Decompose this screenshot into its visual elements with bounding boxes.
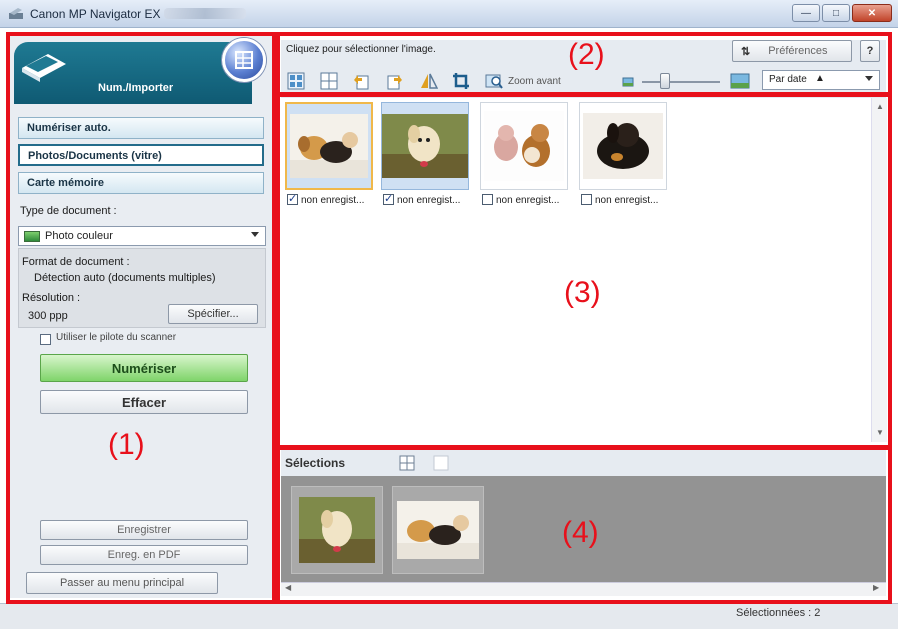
crop-icon[interactable]	[452, 72, 470, 90]
title-bar: Canon MP Navigator EX — □ ✕	[0, 0, 898, 28]
thumbnail-caption: non enregist...	[287, 192, 365, 206]
thumbnail-checkbox[interactable]	[581, 194, 592, 205]
selections-header: Sélections	[281, 450, 886, 476]
nav-memory-card[interactable]: Carte mémoire	[18, 172, 264, 194]
thumbnail-checkbox[interactable]	[287, 192, 298, 205]
close-button[interactable]: ✕	[852, 4, 892, 22]
selected-count: Sélectionnées : 2	[736, 607, 821, 619]
thumbnail-caption: non enregist...	[581, 194, 658, 206]
large-thumb-icon	[730, 73, 750, 89]
thumbnail-item[interactable]: non enregist...	[379, 100, 471, 212]
scanner-icon	[22, 54, 66, 82]
teddy-dog-photo-icon	[484, 111, 564, 181]
thumbnail-checkbox[interactable]	[383, 192, 394, 205]
selections-title: Sélections	[285, 456, 346, 470]
thumbnail-caption-text: non enregist...	[397, 195, 461, 206]
rotate-left-icon[interactable]	[352, 72, 370, 90]
resolution-label: Résolution :	[22, 292, 81, 304]
doc-type-label: Type de document :	[20, 205, 117, 217]
chevron-down-icon	[865, 76, 873, 81]
scanner-driver-label: Utiliser le pilote du scanner	[56, 332, 177, 343]
scanner-driver-checkbox[interactable]	[40, 334, 51, 345]
thumbnail-caption: non enregist...	[482, 194, 559, 206]
preferences-button[interactable]: ⇅ Préférences	[732, 40, 852, 62]
selection-thumbnail[interactable]	[291, 486, 383, 574]
thumbnail-frame	[381, 102, 469, 190]
scan-button[interactable]: Numériser	[40, 354, 248, 382]
help-button[interactable]: ?	[860, 40, 880, 62]
dogs-photo-icon	[397, 501, 479, 559]
thumbnail-item[interactable]: non enregist...	[283, 100, 375, 212]
view-large-icon[interactable]	[287, 72, 305, 90]
maximize-button[interactable]: □	[822, 4, 850, 22]
photo-color-icon	[24, 231, 40, 242]
selections-single-icon[interactable]	[433, 455, 449, 471]
doc-type-select[interactable]: Photo couleur	[18, 226, 266, 246]
dogs-photo-icon	[290, 114, 368, 178]
thumbnail-item[interactable]: non enregist...	[577, 100, 669, 212]
annotation-label-1: (1)	[108, 428, 145, 461]
thumbnail-frame	[480, 102, 568, 190]
sort-ascending-icon: ▲	[815, 73, 825, 84]
thumbnail-frame	[285, 102, 373, 190]
format-label: Format de document :	[22, 256, 130, 268]
chevron-down-icon	[251, 232, 259, 237]
scroll-left-icon[interactable]: ◀	[285, 583, 291, 592]
app-icon	[9, 8, 23, 19]
zoom-in-label: Zoom avant	[508, 76, 561, 87]
sort-select[interactable]: Par date ▲	[762, 70, 880, 90]
thumbnail-caption-text: non enregist...	[595, 195, 659, 206]
thumbnail-caption-text: non enregist...	[301, 195, 365, 206]
save-button[interactable]: Enregistrer	[40, 520, 248, 540]
flip-icon[interactable]	[420, 72, 438, 90]
selection-thumbnail[interactable]	[392, 486, 484, 574]
doc-type-value: Photo couleur	[45, 230, 113, 242]
selections-grid-icon[interactable]	[399, 455, 415, 471]
sort-value: Par date	[769, 74, 807, 85]
grid-icon	[235, 51, 253, 69]
specify-button[interactable]: Spécifier...	[168, 304, 258, 324]
preferences-label: Préférences	[768, 45, 828, 57]
main-menu-globe-icon[interactable]	[222, 38, 266, 82]
title-extra-blur	[164, 8, 246, 19]
view-grid-icon[interactable]	[320, 72, 338, 90]
minimize-button[interactable]: —	[792, 4, 820, 22]
clear-button[interactable]: Effacer	[40, 390, 248, 414]
thumbnail-item[interactable]: non enregist...	[478, 100, 570, 212]
thumbnail-frame	[579, 102, 667, 190]
format-value: Détection auto (documents multiples)	[34, 272, 216, 284]
horizontal-scrollbar[interactable]: ◀ ▶	[281, 582, 886, 596]
scroll-right-icon[interactable]: ▶	[873, 583, 879, 592]
vertical-scrollbar[interactable]: ▲ ▼	[871, 98, 887, 442]
mode-title: Num./Importer	[98, 82, 174, 94]
dog-photo-icon	[299, 497, 375, 563]
thumbnail-checkbox[interactable]	[482, 194, 493, 205]
dog-photo-icon	[382, 114, 468, 178]
annotation-label-2: (2)	[568, 38, 605, 71]
small-thumb-icon	[622, 77, 634, 87]
thumbnail-caption-text: non enregist...	[496, 195, 560, 206]
nav-auto-scan[interactable]: Numériser auto.	[18, 117, 264, 139]
zoom-in-icon[interactable]	[485, 72, 503, 90]
preferences-icon: ⇅	[741, 45, 751, 58]
scroll-down-icon[interactable]: ▼	[876, 428, 884, 437]
window-title: Canon MP Navigator EX	[30, 7, 161, 21]
nav-photos-documents[interactable]: Photos/Documents (vitre)	[18, 144, 264, 166]
resolution-value: 300 ppp	[28, 310, 68, 322]
thumb-size-slider[interactable]	[660, 73, 670, 89]
annotation-label-4: (4)	[562, 516, 599, 549]
status-bar: Sélectionnées : 2	[0, 603, 898, 629]
instruction-text: Cliquez pour sélectionner l'image.	[286, 44, 436, 55]
main-menu-button[interactable]: Passer au menu principal	[26, 572, 218, 594]
annotation-label-3: (3)	[564, 276, 601, 309]
scroll-up-icon[interactable]: ▲	[876, 102, 884, 111]
save-pdf-button[interactable]: Enreg. en PDF	[40, 545, 248, 565]
thumbnail-caption: non enregist...	[383, 192, 461, 206]
black-dog-photo-icon	[583, 113, 663, 179]
rotate-right-icon[interactable]	[386, 72, 404, 90]
thumb-size-slider-track	[642, 81, 720, 83]
